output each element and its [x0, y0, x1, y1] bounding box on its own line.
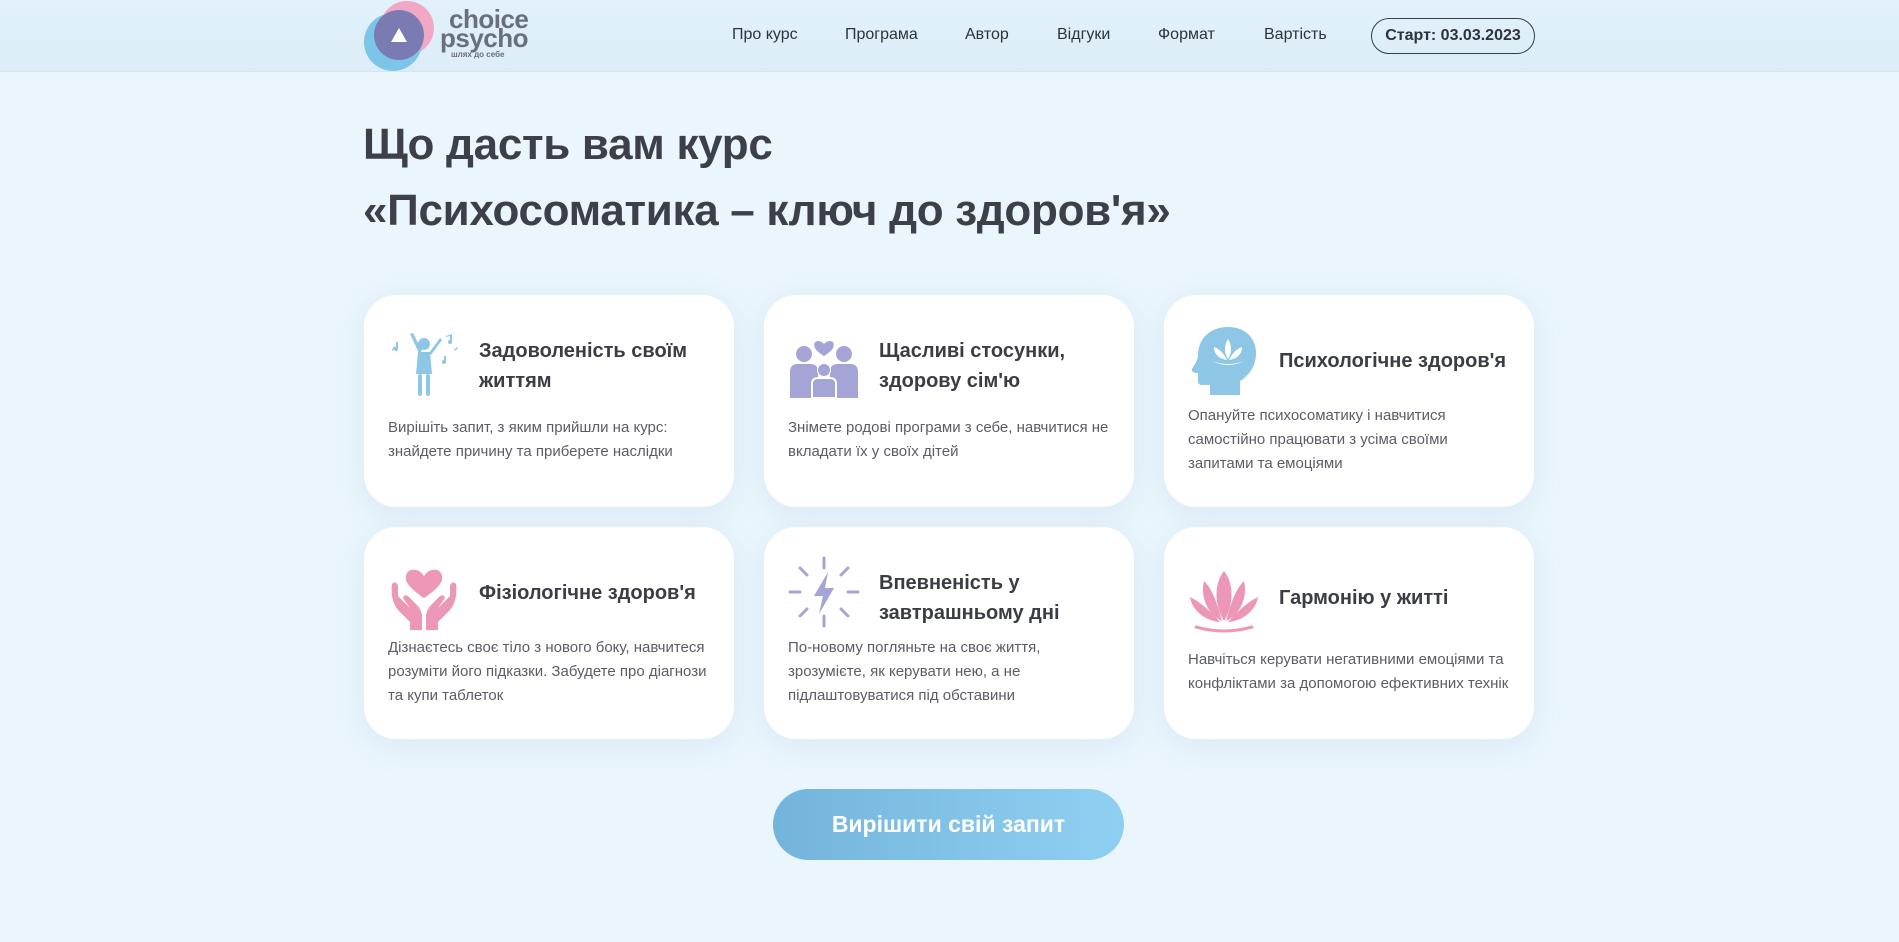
nav-item-author[interactable]: Автор [965, 26, 1009, 44]
benefit-card-title: Впевненість у завтрашньому дні [879, 572, 1060, 624]
nav-item-price[interactable]: Вартість [1264, 26, 1327, 44]
benefit-card-text: Вирішіть запит, з яким прийшли на курс: … [388, 419, 673, 460]
lotus-icon [1190, 571, 1258, 633]
nav-item-reviews[interactable]: Відгуки [1057, 26, 1110, 44]
solve-request-button[interactable]: Вирішити свій запит [773, 789, 1124, 860]
benefit-card: Психологічне здоров'я Опануйте психосома… [1164, 295, 1534, 507]
benefit-card: Фізіологічне здоров'я Дізнаєтесь своє ті… [364, 527, 734, 739]
benefit-card: Щасливі стосунки, здорову сім'ю Знімете … [764, 295, 1134, 507]
benefit-card: Задоволеність своїм життям Вирішіть запи… [364, 295, 734, 507]
section-title-line2: «Психосоматика – ключ до здоров'я» [363, 186, 1171, 235]
section-title: Що дасть вам курс «Психосоматика – ключ … [363, 112, 1171, 244]
dancing-person-icon [392, 333, 458, 396]
benefit-card-title: Задоволеність своїм життям [479, 340, 688, 392]
benefit-card-text: Дізнаєтесь своє тіло з нового боку, навч… [388, 639, 707, 704]
nav-item-about[interactable]: Про курс [732, 26, 798, 44]
section-title-line1: Що дасть вам курс [363, 120, 773, 169]
benefit-card: Гармонію у житті Навчіться керувати нега… [1164, 527, 1534, 739]
benefit-card: Впевненість у завтрашньому дні По-новому… [764, 527, 1134, 739]
nav-item-program[interactable]: Програма [845, 26, 918, 44]
family-icon [790, 341, 858, 399]
start-date-button[interactable]: Старт: 03.03.2023 [1371, 18, 1535, 54]
head-lotus-icon [1191, 327, 1256, 395]
hands-heart-icon [391, 569, 457, 630]
site-header: choice psycho шлях до себе Про курс Прог… [0, 0, 1899, 72]
benefit-card-title: Щасливі стосунки, здорову сім'ю [879, 340, 1066, 392]
benefit-card-text: Знімете родові програми з себе, навчитис… [788, 419, 1109, 460]
benefit-card-title: Фізіологічне здоров'я [479, 582, 696, 604]
benefit-card-title: Психологічне здоров'я [1279, 350, 1507, 372]
benefit-card-text: По-новому погляньте на своє життя, зрозу… [788, 639, 1041, 704]
benefit-card-title: Гармонію у житті [1279, 587, 1449, 609]
benefit-card-text: Опануйте психосоматику і навчитися самос… [1188, 407, 1448, 472]
nav-item-format[interactable]: Формат [1158, 26, 1215, 44]
benefit-card-text: Навчіться керувати негативними емоціями … [1188, 651, 1509, 692]
lightning-icon [788, 556, 860, 628]
main-nav: Про курс Програма Автор Відгуки Формат В… [0, 0, 1899, 72]
